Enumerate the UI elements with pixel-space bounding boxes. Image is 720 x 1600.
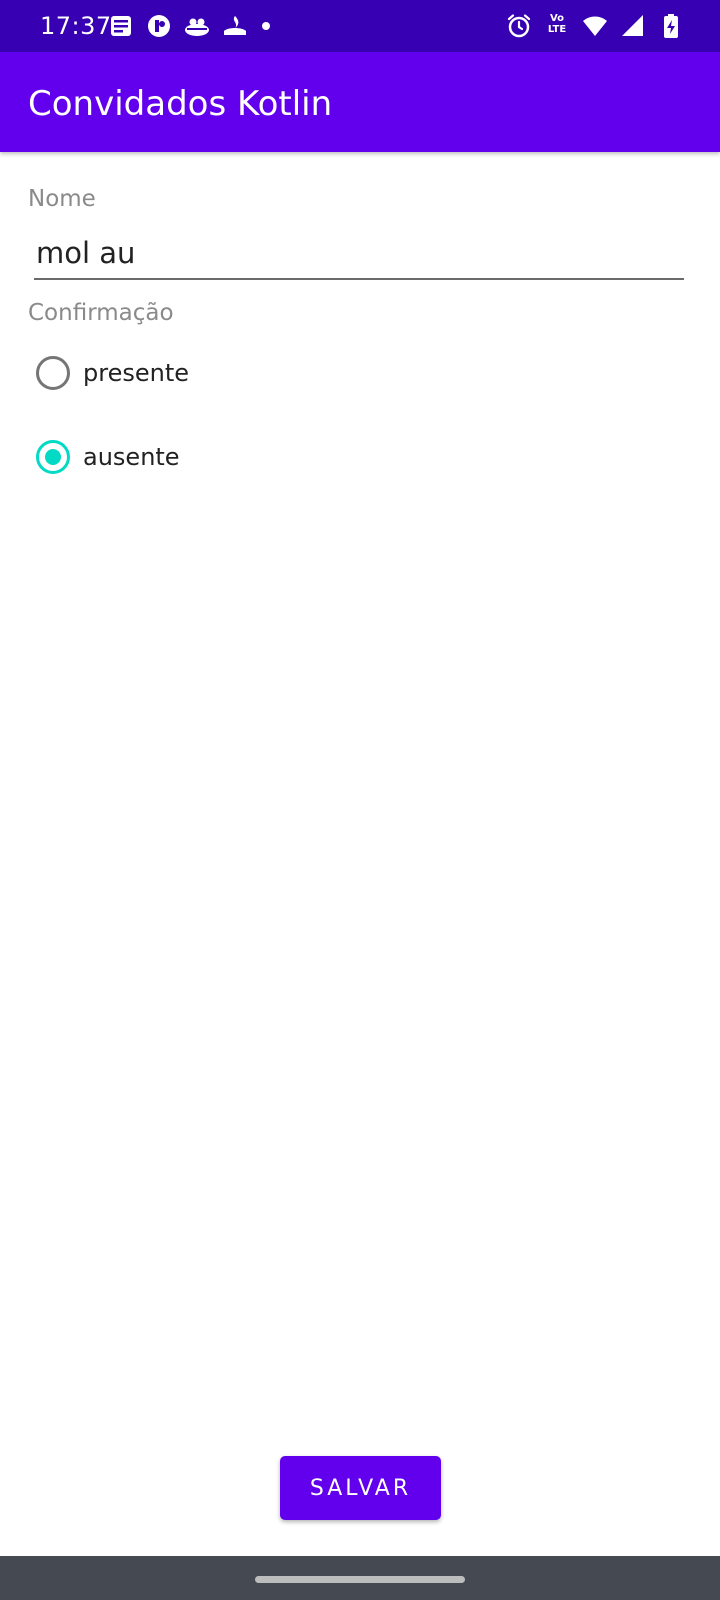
more-notifications-dot-icon: [262, 22, 270, 30]
alarm-icon: [506, 13, 532, 39]
save-button[interactable]: SALVAR: [280, 1456, 441, 1520]
app-screen: 17:37 Vo LTE Convidados Kotlin Nome mol …: [0, 0, 720, 1600]
signal-icon: [620, 13, 646, 39]
app-title: Convidados Kotlin: [28, 84, 333, 124]
radio-presente-unchecked-icon[interactable]: [36, 356, 70, 390]
volte-icon: Vo LTE: [544, 13, 570, 39]
status-time: 17:37: [40, 12, 112, 40]
app-bar: Convidados Kotlin: [0, 52, 720, 152]
name-label: Nome: [28, 186, 96, 212]
battery-charging-icon: [658, 13, 684, 39]
boat-icon: [184, 13, 210, 39]
radio-presente[interactable]: presente: [36, 353, 189, 393]
radio-ausente[interactable]: ausente: [36, 437, 180, 477]
confirmation-label: Confirmação: [28, 300, 174, 326]
volte-bottom-text: LTE: [547, 24, 567, 35]
status-notification-icons: [108, 13, 270, 39]
app-icon: [146, 13, 172, 39]
navigation-bar: [0, 1556, 720, 1600]
volte-top-text: Vo: [549, 13, 565, 24]
santander-icon: [222, 13, 248, 39]
radio-presente-label: presente: [83, 359, 189, 387]
name-input[interactable]: [34, 234, 684, 280]
status-bar: 17:37 Vo LTE: [0, 0, 720, 52]
wifi-icon: [582, 13, 608, 39]
status-system-icons: Vo LTE: [506, 13, 684, 39]
home-gesture-handle[interactable]: [255, 1576, 465, 1583]
news-icon: [108, 13, 134, 39]
radio-ausente-label: ausente: [83, 443, 180, 471]
radio-ausente-checked-icon[interactable]: [36, 440, 70, 474]
